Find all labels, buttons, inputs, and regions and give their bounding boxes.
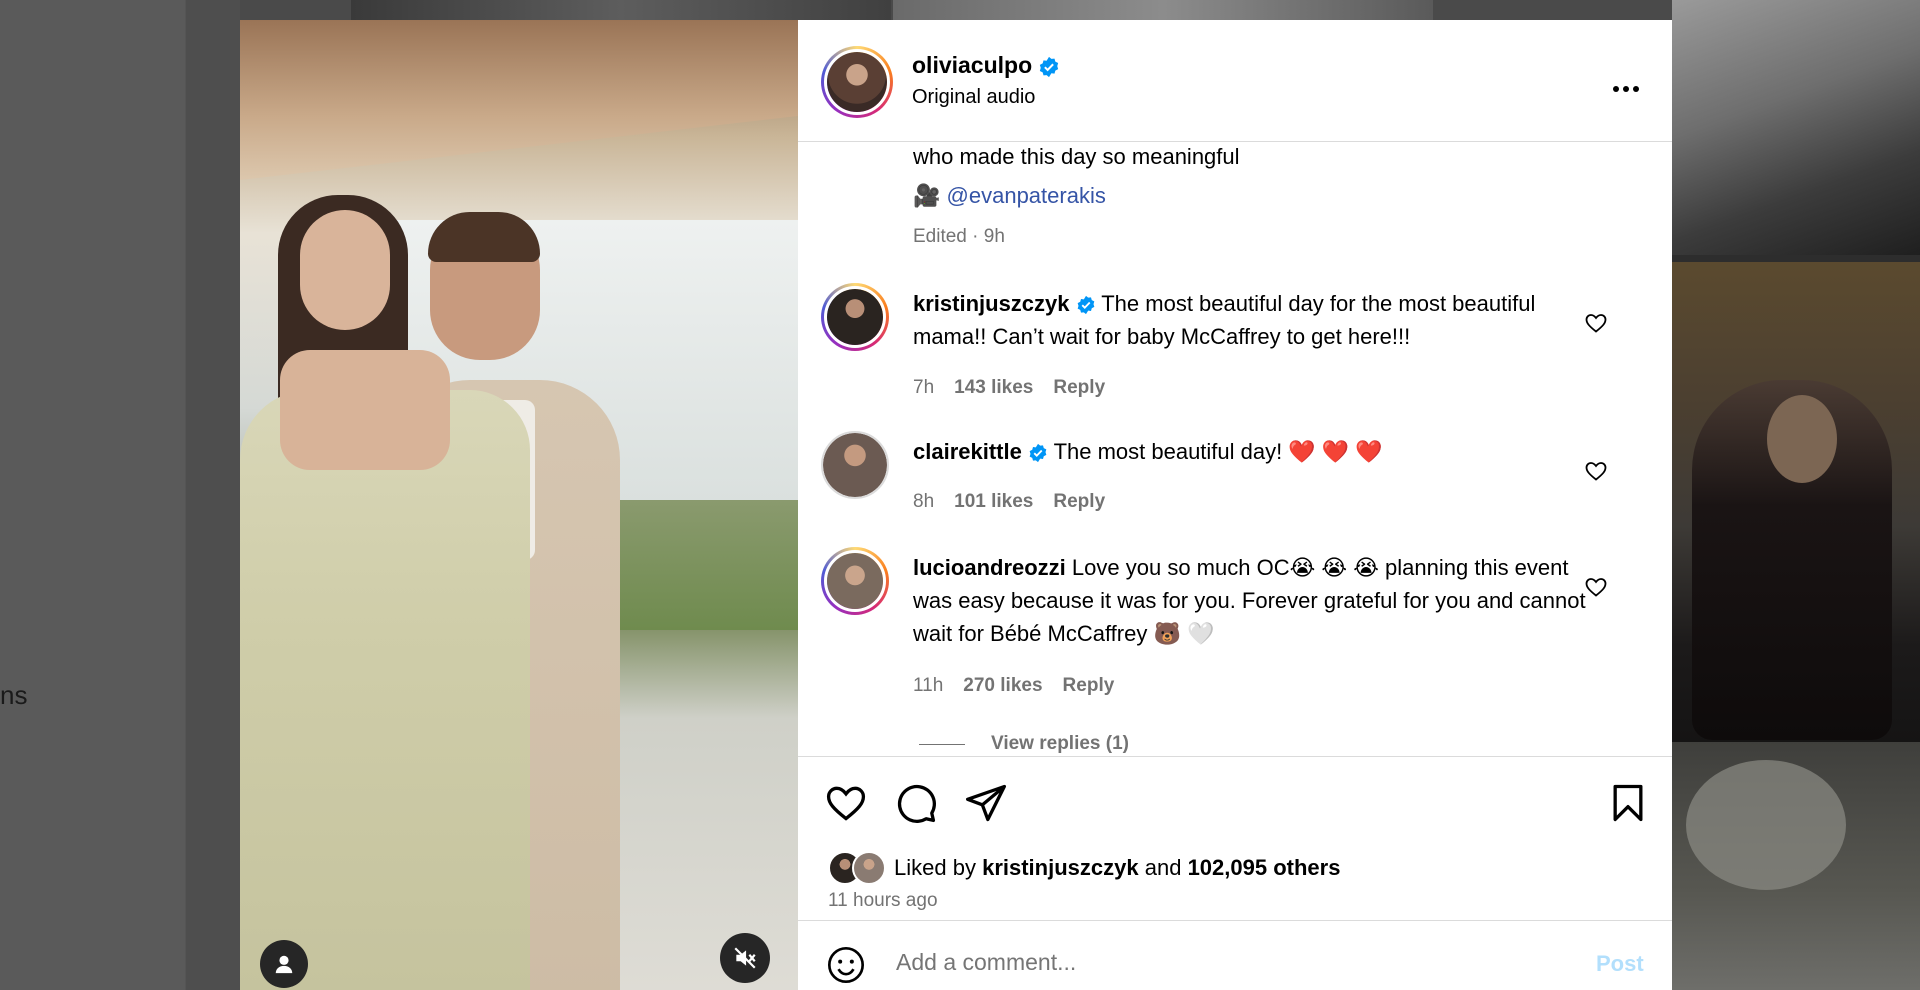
more-icon [1613, 86, 1619, 92]
author-username[interactable]: oliviaculpo [912, 52, 1060, 79]
background-grid [1672, 0, 1920, 990]
more-icon [1633, 86, 1639, 92]
bookmark-icon[interactable] [1606, 781, 1650, 825]
liked-by-and: and [1144, 855, 1182, 880]
verified-icon [1077, 296, 1094, 315]
more-icon [1623, 86, 1629, 92]
mute-icon [734, 947, 756, 969]
comment-avatar[interactable] [821, 283, 889, 351]
comment-avatar[interactable] [821, 547, 889, 615]
comment-meta: 11h 270 likes Reply [913, 675, 1114, 697]
author-username-text[interactable]: oliviaculpo [912, 52, 1032, 78]
verified-icon [1039, 56, 1059, 78]
comment-meta: 8h 101 likes Reply [913, 491, 1105, 513]
heart-icon[interactable] [824, 781, 868, 825]
replies-divider [919, 743, 965, 745]
comment-username[interactable]: clairekittle [913, 439, 1022, 464]
comment-text: The most beautiful day! [1053, 439, 1289, 464]
audio-link[interactable]: Original audio [912, 86, 1035, 109]
liked-by-avatars [828, 851, 886, 885]
background-grid-strip [351, 0, 891, 20]
liked-by-user[interactable]: kristinjuszczyk [982, 855, 1139, 881]
background-tile-photo [1767, 395, 1837, 483]
heart-emojis: ❤️ ❤️ ❤️ [1288, 439, 1383, 464]
smiley-icon[interactable] [826, 945, 866, 985]
verified-icon [1029, 444, 1047, 463]
comment-time: 7h [913, 377, 935, 398]
comment-avatar[interactable] [821, 431, 889, 499]
post-details-panel: oliviaculpo Original audio who made this… [798, 20, 1672, 990]
post-modal: oliviaculpo Original audio who made this… [240, 20, 1672, 990]
comment-likes[interactable]: 270 likes [963, 675, 1042, 697]
heart-icon[interactable] [1584, 575, 1608, 599]
post-actions: Liked by kristinjuszczyk and 102,095 oth… [798, 756, 1672, 926]
heart-icon[interactable] [1584, 459, 1608, 483]
comment-likes[interactable]: 143 likes [954, 377, 1033, 399]
background-grid-strip [893, 0, 1433, 20]
heart-icon[interactable] [1584, 311, 1608, 335]
comment-meta: 7h 143 likes Reply [913, 377, 1105, 399]
reply-button[interactable]: Reply [1053, 491, 1105, 513]
comments-list[interactable]: who made this day so meaningful 🎥 @evanp… [798, 143, 1672, 755]
liked-avatar [852, 851, 886, 885]
comment-body: clairekittle The most beautiful day! ❤️ … [913, 435, 1603, 468]
comment-time: 11h [913, 675, 944, 696]
post-header: oliviaculpo Original audio [798, 20, 1672, 142]
comment-likes[interactable]: 101 likes [954, 491, 1033, 513]
background-grid-tile[interactable] [1672, 0, 1920, 255]
post-comment-button[interactable]: Post [1596, 951, 1644, 977]
camera-emoji: 🎥 [913, 183, 941, 208]
background-tile-photo [1686, 760, 1846, 890]
background-sidebar-text: ns [0, 680, 28, 710]
caption-text: who made this day so meaningful [913, 144, 1240, 169]
comment-icon[interactable] [894, 781, 938, 825]
view-replies-button[interactable]: View replies (1) [919, 733, 1129, 755]
reply-button[interactable]: Reply [1063, 675, 1115, 697]
caption-meta: Edited · 9h [913, 226, 1005, 247]
post-time[interactable]: 11 hours ago [828, 890, 938, 912]
view-replies-label[interactable]: View replies (1) [991, 733, 1129, 755]
video-scene [300, 210, 390, 330]
tagged-users-button[interactable] [260, 940, 308, 988]
share-icon[interactable] [964, 781, 1008, 825]
user-icon [275, 955, 293, 974]
background-sidebar [0, 0, 186, 990]
background-gutter [186, 0, 240, 990]
video-scene [240, 20, 798, 180]
caption-mention-line: 🎥 @evanpaterakis [913, 183, 1106, 209]
more-options-button[interactable] [1604, 78, 1648, 100]
likes-count[interactable]: 102,095 others [1188, 855, 1341, 881]
liked-by-prefix: Liked by [894, 855, 976, 880]
reply-button[interactable]: Reply [1053, 377, 1105, 399]
video-scene [428, 212, 540, 262]
video-scene [280, 350, 450, 470]
add-comment-input[interactable] [896, 949, 1546, 976]
post-video[interactable] [240, 20, 798, 990]
comment-body: kristinjuszczyk The most beautiful day f… [913, 287, 1603, 353]
comment-username[interactable]: lucioandreozzi [913, 555, 1066, 580]
liked-by: Liked by kristinjuszczyk and 102,095 oth… [828, 851, 1340, 885]
comment-composer: Post [798, 920, 1672, 990]
comment-time: 8h [913, 491, 935, 512]
comment-body: lucioandreozzi Love you so much OC😭 😭 😭 … [913, 551, 1603, 650]
author-avatar[interactable] [821, 46, 893, 118]
comment-username[interactable]: kristinjuszczyk [913, 291, 1070, 316]
mute-toggle-button[interactable] [720, 933, 770, 983]
video-scene [240, 390, 530, 990]
mention-link[interactable]: @evanpaterakis [947, 183, 1106, 208]
